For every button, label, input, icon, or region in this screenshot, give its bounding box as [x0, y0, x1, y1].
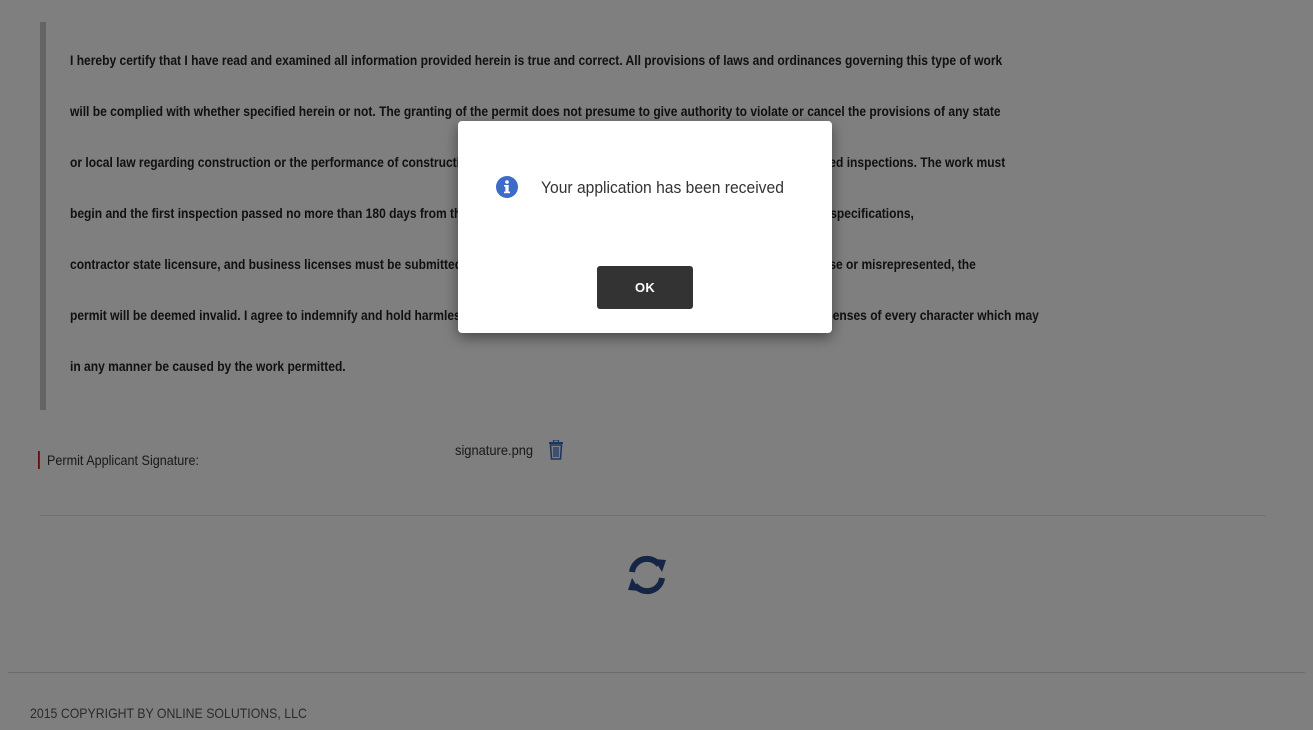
- ok-button[interactable]: OK: [597, 266, 693, 309]
- dialog-message: Your application has been received: [541, 178, 784, 197]
- modal-backdrop[interactable]: [0, 0, 1313, 730]
- info-icon: [496, 176, 518, 198]
- confirmation-dialog: Your application has been received OK: [458, 121, 832, 333]
- page: I hereby certify that I have read and ex…: [0, 0, 1313, 730]
